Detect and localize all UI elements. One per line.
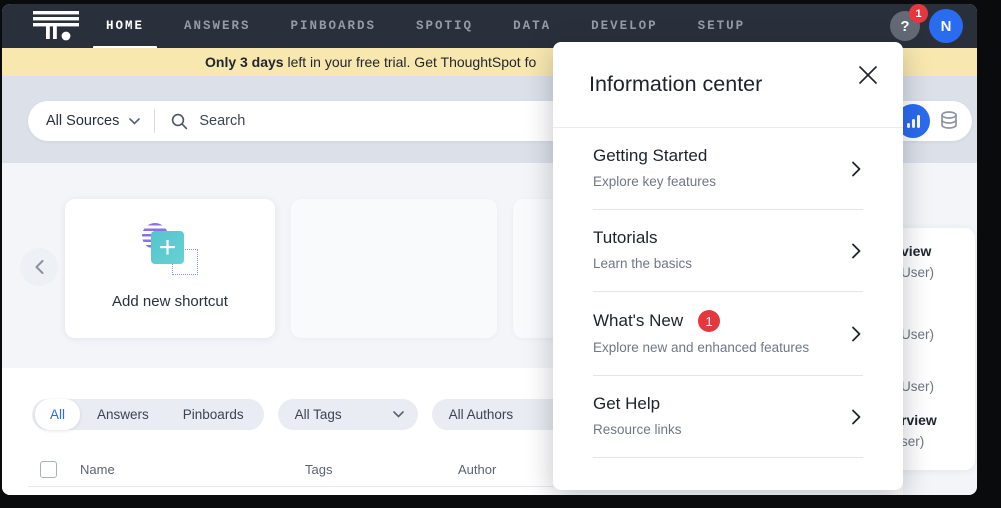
trial-days-left: Only 3 days xyxy=(205,54,284,70)
select-all-checkbox[interactable] xyxy=(40,461,57,478)
activity-item-subtitle: User) xyxy=(901,379,934,394)
tags-filter-label: All Tags xyxy=(295,407,342,422)
database-icon xyxy=(938,109,960,133)
filter-all[interactable]: All xyxy=(35,399,80,430)
notification-badge: 1 xyxy=(909,4,928,23)
item-subtitle: Explore new and enhanced features xyxy=(593,340,863,355)
column-header-name[interactable]: Name xyxy=(80,462,115,477)
activity-item-title[interactable]: rview xyxy=(901,412,937,428)
type-filter-segmented-control: All Answers Pinboards xyxy=(32,399,264,430)
source-selector-dropdown[interactable]: All Sources xyxy=(28,113,154,129)
trial-message: left in your free trial. Get ThoughtSpot… xyxy=(284,54,537,70)
chevron-right-icon xyxy=(851,409,861,425)
chevron-down-icon xyxy=(393,411,404,418)
item-subtitle: Resource links xyxy=(593,422,863,437)
data-view-button[interactable] xyxy=(938,109,960,138)
chevron-left-icon xyxy=(35,260,44,274)
menu-item-getting-started[interactable]: Getting Started Explore key features xyxy=(593,128,863,210)
authors-filter-label: All Authors xyxy=(449,407,514,422)
menu-item-get-help[interactable]: Get Help Resource links xyxy=(593,376,863,458)
activity-panel: view User) User) User) rview ser) xyxy=(896,228,975,470)
activity-item-title[interactable]: view xyxy=(901,243,931,259)
item-title: Tutorials xyxy=(593,228,658,248)
shortcut-placeholder-card xyxy=(291,199,497,338)
menu-item-tutorials[interactable]: Tutorials Learn the basics xyxy=(593,210,863,292)
filter-row: All Answers Pinboards All Tags All Autho… xyxy=(32,399,582,430)
chevron-right-icon xyxy=(851,161,861,177)
source-selector-label: All Sources xyxy=(46,113,119,129)
carousel-prev-button[interactable] xyxy=(20,248,58,286)
thoughtspot-logo-icon[interactable] xyxy=(32,9,80,43)
app-window: HOME ANSWERS PINBOARDS SPOTIQ DATA DEVEL… xyxy=(2,4,977,495)
chevron-right-icon xyxy=(851,243,861,259)
menu-item-whats-new[interactable]: What's New 1 Explore new and enhanced fe… xyxy=(593,292,863,376)
modal-item-list: Getting Started Explore key features Tut… xyxy=(593,128,863,458)
chevron-down-icon xyxy=(129,118,140,125)
item-title: Get Help xyxy=(593,394,660,414)
tags-filter-dropdown[interactable]: All Tags xyxy=(278,399,418,430)
navbar-right: ? 1 N xyxy=(890,9,963,43)
nav-item-pinboards[interactable]: PINBOARDS xyxy=(291,4,377,48)
add-shortcut-label: Add new shortcut xyxy=(112,293,228,310)
column-header-tags[interactable]: Tags xyxy=(305,462,332,477)
item-subtitle: Explore key features xyxy=(593,174,863,189)
nav-item-answers[interactable]: ANSWERS xyxy=(184,4,251,48)
trial-banner-text: Only 3 days left in your free trial. Get… xyxy=(205,54,536,70)
nav-item-data[interactable]: DATA xyxy=(513,4,551,48)
question-mark-icon: ? xyxy=(900,18,909,35)
nav-item-spotiq[interactable]: SPOTIQ xyxy=(416,4,473,48)
add-shortcut-icon: + xyxy=(140,223,200,281)
activity-item-subtitle: ser) xyxy=(901,434,924,449)
information-center-modal: Information center Getting Started Explo… xyxy=(553,42,903,490)
search-icon xyxy=(171,113,188,130)
add-shortcut-card[interactable]: + Add new shortcut xyxy=(65,199,275,338)
filter-answers[interactable]: Answers xyxy=(80,399,166,430)
modal-header: Information center xyxy=(553,42,903,128)
bar-chart-icon xyxy=(907,123,910,128)
modal-title: Information center xyxy=(589,72,762,97)
close-icon[interactable] xyxy=(857,64,879,86)
user-avatar[interactable]: N xyxy=(929,9,963,43)
search-placeholder: Search xyxy=(199,113,245,129)
help-button[interactable]: ? 1 xyxy=(890,11,920,41)
chevron-right-icon xyxy=(851,326,861,342)
nav-item-home[interactable]: HOME xyxy=(106,4,144,48)
item-subtitle: Learn the basics xyxy=(593,256,863,271)
column-header-author[interactable]: Author xyxy=(458,462,496,477)
activity-item-subtitle: User) xyxy=(901,327,934,342)
whats-new-badge: 1 xyxy=(698,310,720,332)
item-title: Getting Started xyxy=(593,146,707,166)
table-header-divider xyxy=(28,486,553,487)
item-title: What's New xyxy=(593,311,683,331)
activity-item-subtitle: User) xyxy=(901,265,934,280)
plus-icon: + xyxy=(151,231,184,264)
filter-pinboards[interactable]: Pinboards xyxy=(166,399,261,430)
